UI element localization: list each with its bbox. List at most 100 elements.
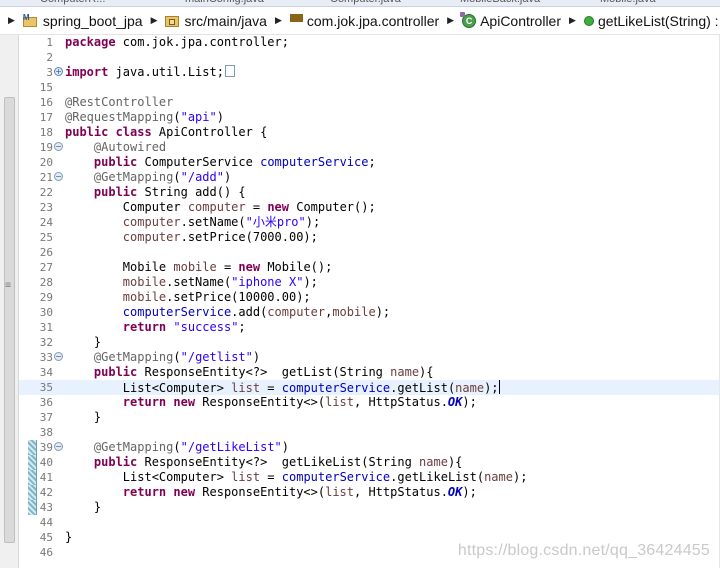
code-line[interactable]: 19− @Autowired	[19, 140, 720, 155]
maven-project-icon: M	[22, 13, 39, 28]
line-number: 16	[39, 96, 53, 109]
left-overview-ruler[interactable]: ≡	[0, 35, 19, 568]
chevron-right-icon[interactable]: ▶	[8, 15, 15, 26]
breadcrumb-item[interactable]: ▶ C ApiController	[439, 11, 562, 29]
breadcrumb-item[interactable]: ▶ Mspring_boot_jpa	[0, 13, 143, 29]
line-number: 19	[39, 141, 53, 154]
code-text: public ResponseEntity<?> getList(String …	[93, 365, 434, 379]
code-line[interactable]: 25 computer.setPrice(7000.00);	[19, 230, 720, 245]
fold-collapse-icon[interactable]: −	[54, 442, 63, 451]
line-number: 22	[39, 186, 53, 199]
code-text: }	[65, 530, 73, 544]
code-line[interactable]: 20 public ComputerService computerServic…	[19, 155, 720, 170]
code-line[interactable]: 21− @GetMapping("/add")	[19, 170, 720, 185]
code-line[interactable]: 28 mobile.setName("iphone X");	[19, 275, 720, 290]
line-number: 21	[39, 171, 53, 184]
code-line[interactable]: 16 @RestController	[19, 95, 720, 110]
source-folder-icon	[165, 14, 180, 27]
line-number: 45	[39, 531, 53, 544]
vertical-scroll-thumb[interactable]	[4, 97, 15, 543]
line-number: 33	[39, 351, 53, 364]
breadcrumb-item[interactable]: ▶ src/main/java	[143, 13, 267, 29]
code-line[interactable]: 1 package com.jok.jpa.controller;	[19, 35, 720, 50]
editor-tab[interactable]: ComputerR...	[40, 0, 105, 5]
line-number: 46	[39, 546, 53, 559]
line-number: 28	[39, 276, 53, 289]
code-line[interactable]: 33− @GetMapping("/getlist")	[19, 350, 720, 365]
chevron-right-icon[interactable]: ▶	[151, 15, 158, 26]
code-line[interactable]: 32 }	[19, 335, 720, 350]
chevron-right-icon[interactable]: ▶	[275, 15, 282, 26]
code-line[interactable]: 41 List<Computer> list = computerService…	[19, 470, 720, 485]
code-line[interactable]: 40 public ResponseEntity<?> getLikeList(…	[19, 455, 720, 470]
breadcrumb-label: src/main/java	[184, 12, 267, 29]
code-text: @Autowired	[93, 140, 167, 154]
code-text: computer.setPrice(7000.00);	[122, 230, 318, 244]
code-line[interactable]: 26	[19, 245, 720, 260]
grip-icon: ≡	[5, 280, 12, 291]
editor-tab[interactable]: MobileBack.java	[460, 0, 540, 5]
breadcrumb-item[interactable]: ▶ com.jok.jpa.controller	[267, 13, 439, 29]
line-number: 23	[39, 201, 53, 214]
code-line[interactable]: 15	[19, 80, 720, 95]
code-text: public class ApiController {	[65, 125, 268, 139]
line-number: 20	[39, 156, 53, 169]
chevron-right-icon[interactable]: ▶	[569, 15, 576, 26]
watermark: https://blog.csdn.net/qq_36424455	[457, 542, 710, 559]
code-text: @GetMapping("/add")	[93, 170, 232, 184]
fold-collapse-icon[interactable]: −	[54, 352, 63, 361]
code-line[interactable]: 18 public class ApiController {	[19, 125, 720, 140]
code-text: public ResponseEntity<?> getLikeList(Str…	[93, 455, 463, 469]
java-code-editor[interactable]: 1 package com.jok.jpa.controller; 2 3 + impor…	[19, 35, 720, 568]
code-line[interactable]: 43 }	[19, 500, 720, 515]
code-line[interactable]: 36 return new ResponseEntity<>(list, Htt…	[19, 395, 720, 410]
fold-collapse-icon[interactable]: −	[54, 172, 63, 181]
line-number: 27	[39, 261, 53, 274]
code-text: List<Computer> list = computerService.ge…	[65, 470, 528, 484]
breadcrumb-label: getLikeList(String) : ResponseEntity<?>	[597, 12, 720, 29]
code-line[interactable]: 3 + import java.util.List;	[19, 65, 720, 80]
code-line[interactable]: 27 Mobile mobile = new Mobile();	[19, 260, 720, 275]
fold-collapse-icon[interactable]: −	[54, 142, 63, 151]
code-line[interactable]: 37 }	[19, 410, 720, 425]
code-text: mobile.setPrice(10000.00);	[122, 290, 311, 304]
code-text: }	[65, 500, 102, 514]
code-line[interactable]: 30 computerService.add(computer,mobile);	[19, 305, 720, 320]
public-method-icon	[583, 15, 594, 26]
breadcrumb-label: ApiController	[480, 12, 562, 29]
editor-tab-strip: ComputerR... mainConfig.java Computer.java…	[0, 0, 720, 7]
code-line[interactable]: 42 return new ResponseEntity<>(list, Htt…	[19, 485, 720, 500]
code-text: return new ResponseEntity<>(list, HttpSt…	[122, 395, 477, 409]
line-number: 30	[39, 306, 53, 319]
line-number: 44	[39, 516, 53, 529]
code-text: package com.jok.jpa.controller;	[65, 35, 289, 49]
fold-expand-icon[interactable]: +	[54, 67, 63, 76]
line-number: 25	[39, 231, 53, 244]
code-text: return "success";	[122, 320, 246, 334]
code-line[interactable]: 34 public ResponseEntity<?> getList(Stri…	[19, 365, 720, 380]
code-line[interactable]: 31 return "success";	[19, 320, 720, 335]
breadcrumb-item[interactable]: ▶ getLikeList(String) : ResponseEntity<?>	[561, 13, 720, 29]
code-line[interactable]: 17 @RequestMapping("api")	[19, 110, 720, 125]
code-line[interactable]: 38	[19, 425, 720, 440]
code-line[interactable]: 35 List<Computer> list = computerService…	[19, 380, 720, 395]
code-line[interactable]: 2	[19, 50, 720, 65]
code-line[interactable]: 22 public String add() {	[19, 185, 720, 200]
code-text: mobile.setName("iphone X");	[122, 275, 318, 289]
code-text: List<Computer> list = computerService.ge…	[65, 380, 500, 395]
editor-tab[interactable]: mainConfig.java	[185, 0, 264, 5]
line-number: 32	[39, 336, 53, 349]
code-line[interactable]: 23 Computer computer = new Computer();	[19, 200, 720, 215]
code-line[interactable]: 24 computer.setName("小米pro");	[19, 215, 720, 230]
editor-tab[interactable]: Mobile.java	[600, 0, 656, 5]
editor-tab[interactable]: Computer.java	[330, 0, 401, 5]
code-line[interactable]: 29 mobile.setPrice(10000.00);	[19, 290, 720, 305]
code-text: return new ResponseEntity<>(list, HttpSt…	[122, 485, 477, 499]
code-text: Computer computer = new Computer();	[65, 200, 376, 214]
line-number: 29	[39, 291, 53, 304]
code-line[interactable]: 44	[19, 515, 720, 530]
code-text: }	[65, 335, 102, 349]
chevron-right-icon[interactable]: ▶	[447, 15, 454, 26]
line-number: 37	[39, 411, 53, 424]
code-line[interactable]: 39− @GetMapping("/getLikeList")	[19, 440, 720, 455]
